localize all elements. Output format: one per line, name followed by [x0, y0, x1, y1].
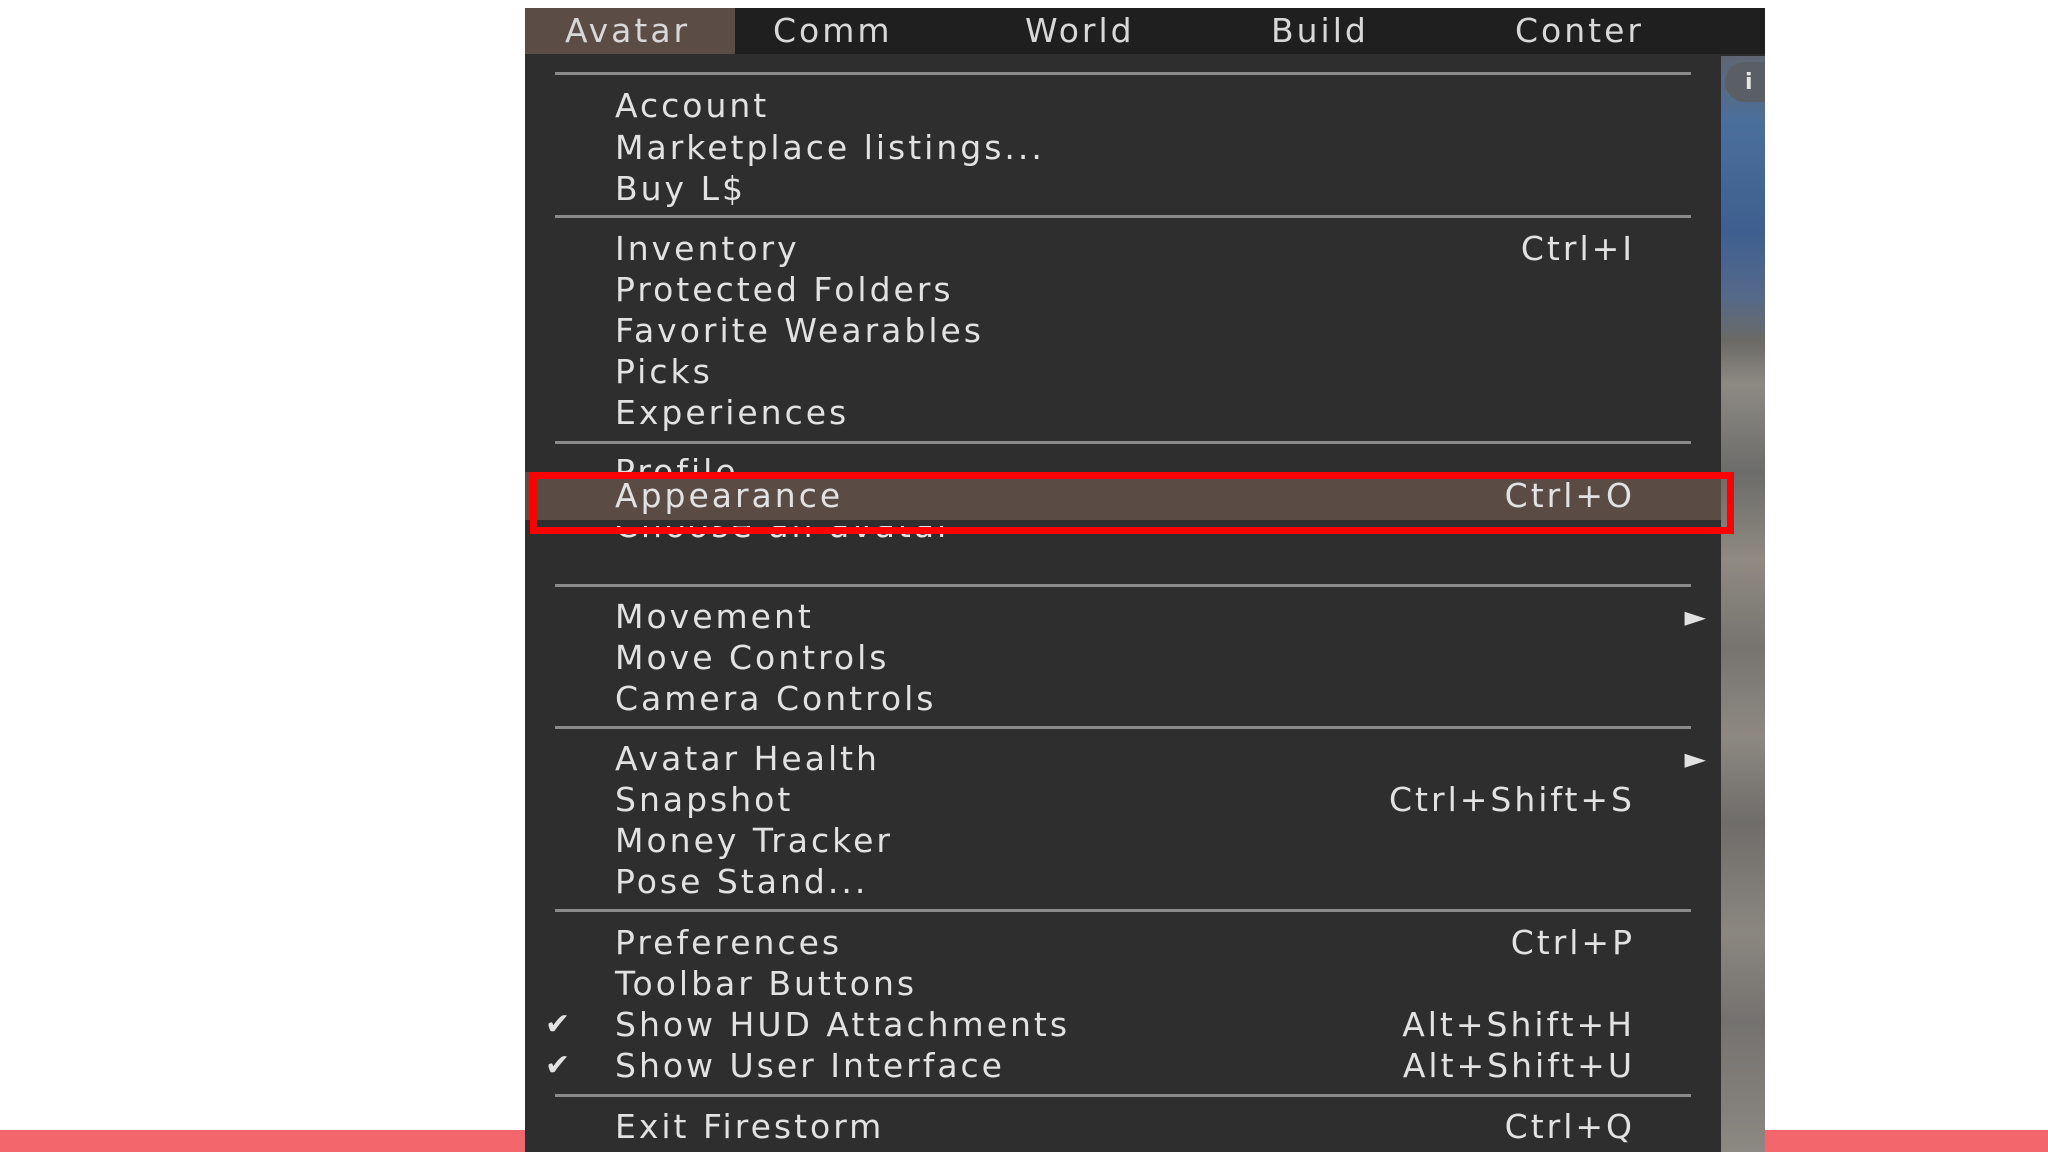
menu-item-inventory[interactable]: Inventory Ctrl+I: [525, 229, 1721, 269]
menu-item-show-hud-attachments[interactable]: ✔ Show HUD Attachments Alt+Shift+H: [525, 1005, 1721, 1045]
menu-item-label: Preferences: [615, 923, 843, 962]
menu-content[interactable]: Conter: [1463, 8, 1765, 54]
menu-separator: [555, 215, 1691, 218]
menu-item-label: Experiences: [615, 393, 850, 432]
info-button[interactable]: i: [1725, 62, 1765, 102]
menu-bar: Avatar Comm World Build Conter: [525, 8, 1765, 54]
menu-item-label: Pose Stand...: [615, 862, 869, 901]
menu-item-label: Camera Controls: [615, 679, 937, 718]
menu-item-label: Show User Interface: [615, 1046, 1005, 1085]
menu-item-camera-controls[interactable]: Camera Controls: [525, 679, 1721, 719]
menu-item-label: Favorite Wearables: [615, 311, 984, 350]
menu-item-marketplace-listings[interactable]: Marketplace listings...: [525, 128, 1721, 168]
menu-avatar[interactable]: Avatar: [525, 8, 735, 54]
firestorm-viewer-window: i Avatar Comm World Build Conter Account…: [525, 8, 1765, 1152]
menu-item-profile[interactable]: Profile: [525, 454, 1721, 472]
menu-item-label: Marketplace listings...: [615, 128, 1045, 167]
world-view: [1721, 56, 1765, 1152]
menu-item-pose-stand[interactable]: Pose Stand...: [525, 862, 1721, 902]
menu-item-label: Show HUD Attachments: [615, 1005, 1071, 1044]
menu-item-picks[interactable]: Picks: [525, 352, 1721, 392]
menu-item-shortcut: Alt+Shift+H: [1402, 1005, 1635, 1044]
submenu-arrow-icon: ►: [1684, 742, 1709, 775]
menu-item-movement[interactable]: Movement ►: [525, 597, 1721, 637]
menu-item-money-tracker[interactable]: Money Tracker: [525, 821, 1721, 861]
annotation-highlight-box: [530, 472, 1734, 534]
checkmark-icon: ✔: [545, 1007, 574, 1042]
menu-world[interactable]: World: [983, 8, 1231, 54]
menu-item-shortcut: Ctrl+Shift+S: [1389, 780, 1635, 819]
menu-item-move-controls[interactable]: Move Controls: [525, 638, 1721, 678]
menu-separator: [555, 584, 1691, 587]
menu-item-label: Toolbar Buttons: [615, 964, 918, 1003]
menu-item-snapshot[interactable]: Snapshot Ctrl+Shift+S: [525, 780, 1721, 820]
menu-item-label: Picks: [615, 352, 713, 391]
menu-separator: [555, 441, 1691, 444]
menu-item-label: Move Controls: [615, 638, 890, 677]
menu-separator: [555, 909, 1691, 912]
menu-item-shortcut: Ctrl+I: [1520, 229, 1635, 268]
menu-item-label: Profile: [615, 454, 739, 472]
menu-item-shortcut: Ctrl+P: [1510, 923, 1635, 962]
menu-item-label: Snapshot: [615, 780, 794, 819]
menu-item-protected-folders[interactable]: Protected Folders: [525, 270, 1721, 310]
menu-item-buy-linden[interactable]: Buy L$: [525, 169, 1721, 209]
menu-item-account[interactable]: Account: [525, 86, 1721, 126]
menu-item-preferences[interactable]: Preferences Ctrl+P: [525, 923, 1721, 963]
menu-item-label: Money Tracker: [615, 821, 893, 860]
menu-item-label: Account: [615, 86, 770, 125]
menu-item-shortcut: Alt+Shift+U: [1402, 1046, 1635, 1085]
menu-item-experiences[interactable]: Experiences: [525, 393, 1721, 433]
menu-separator: [555, 72, 1691, 75]
menu-item-label: Buy L$: [615, 169, 746, 208]
menu-item-label: Avatar Health: [615, 739, 880, 778]
checkmark-icon: ✔: [545, 1048, 574, 1083]
menu-separator: [555, 726, 1691, 729]
menu-item-label: Exit Firestorm: [615, 1107, 885, 1146]
menu-item-show-user-interface[interactable]: ✔ Show User Interface Alt+Shift+U: [525, 1046, 1721, 1086]
avatar-dropdown-menu: Account Marketplace listings... Buy L$ I…: [525, 54, 1721, 1152]
info-icon: i: [1745, 70, 1753, 95]
menu-item-label: Movement: [615, 597, 814, 636]
menu-item-toolbar-buttons[interactable]: Toolbar Buttons: [525, 964, 1721, 1004]
menu-separator: [555, 1094, 1691, 1097]
menu-build[interactable]: Build: [1231, 8, 1463, 54]
submenu-arrow-icon: ►: [1684, 600, 1709, 633]
menu-item-favorite-wearables[interactable]: Favorite Wearables: [525, 311, 1721, 351]
menu-item-shortcut: Ctrl+Q: [1504, 1107, 1635, 1146]
menu-item-avatar-health[interactable]: Avatar Health ►: [525, 739, 1721, 779]
menu-item-label: Inventory: [615, 229, 800, 268]
menu-comm[interactable]: Comm: [735, 8, 983, 54]
menu-item-label: Protected Folders: [615, 270, 954, 309]
menu-item-exit-firestorm[interactable]: Exit Firestorm Ctrl+Q: [525, 1107, 1721, 1147]
